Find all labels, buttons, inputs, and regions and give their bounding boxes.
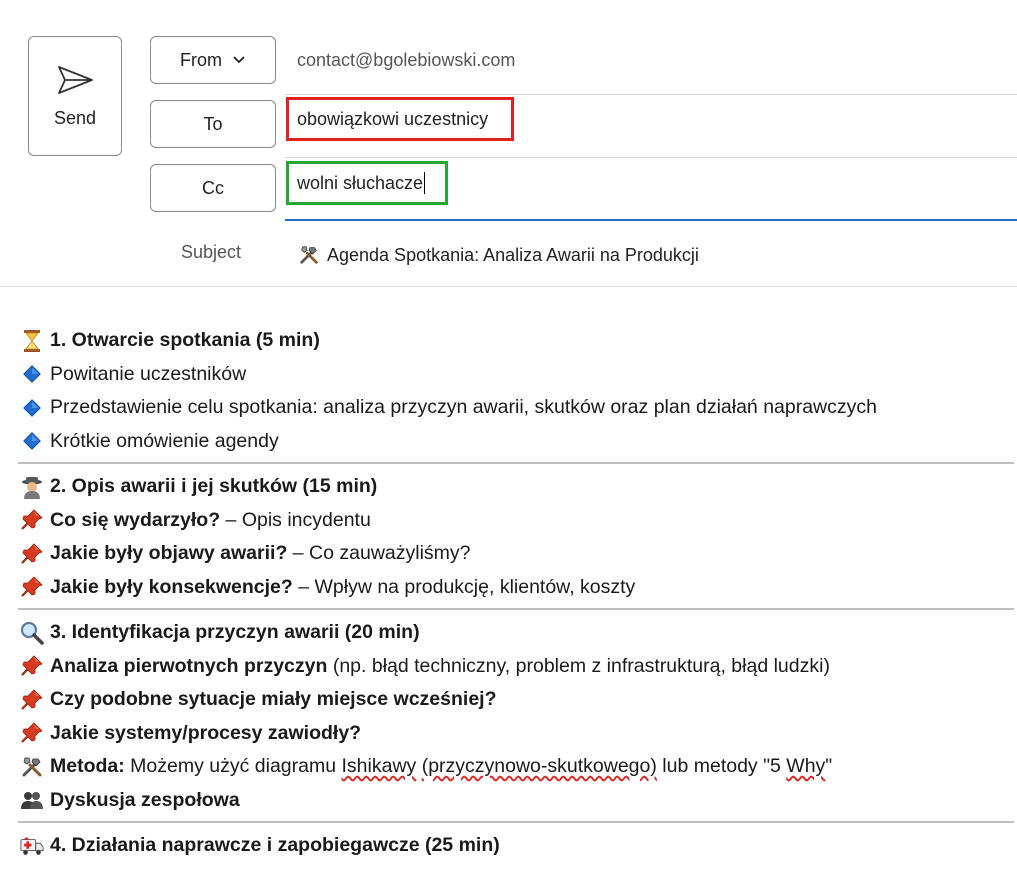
blue-diamond-icon: [20, 396, 44, 420]
detective-icon: [20, 475, 44, 499]
list-item: Analiza pierwotnych przyczyn (np. błąd t…: [20, 650, 1010, 684]
subject-label: Subject: [181, 242, 242, 262]
list-item-text: – Opis incydentu: [220, 508, 371, 531]
method-text: Możemy użyć diagramu: [124, 755, 342, 777]
pushpin-icon: [20, 508, 44, 532]
list-item-bold: Analiza pierwotnych przyczyn: [50, 654, 328, 677]
hourglass-icon: [20, 329, 44, 353]
ambulance-icon: [20, 834, 44, 858]
list-item: Krótkie omówienie agendy: [20, 425, 1010, 459]
list-item-text: Powitanie uczestników: [50, 362, 247, 385]
list-item: Jakie były objawy awarii? – Co zauważyli…: [20, 537, 1010, 571]
section-2-heading: 2. Opis awarii i jej skutków (15 min): [20, 470, 1010, 504]
spellcheck-word[interactable]: (przyczynowo-skutkowego): [422, 750, 657, 784]
method-text: lub metody "5: [656, 755, 787, 777]
cc-label: Cc: [202, 177, 224, 198]
list-item-method: Metoda: Możemy użyć diagramu Ishikawy (p…: [20, 750, 1010, 784]
list-item-bold: Jakie były konsekwencje?: [50, 575, 293, 598]
list-item: Jakie systemy/procesy zawiodły?: [20, 717, 1010, 751]
pushpin-icon: [20, 654, 44, 678]
list-item-text: – Co zauważyliśmy?: [287, 542, 471, 564]
cc-recipient-field[interactable]: wolni słuchacze: [286, 161, 448, 205]
section-4-title: 4. Działania naprawcze i zapobiegawcze (…: [50, 834, 500, 856]
text-caret: [424, 172, 426, 194]
cc-recipient-value: wolni słuchacze: [297, 172, 424, 193]
list-item: Czy podobne sytuacje miały miejsce wcześ…: [20, 683, 1010, 717]
chevron-down-icon: [232, 53, 246, 68]
list-item: Co się wydarzyło? – Opis incydentu: [20, 504, 1010, 538]
list-item-bold: Co się wydarzyło?: [50, 508, 221, 531]
pushpin-icon: [20, 721, 44, 745]
people-icon: [20, 788, 44, 812]
section-3-title: 3. Identyfikacja przyczyn awarii (20 min…: [50, 621, 420, 643]
section-divider: [18, 462, 1014, 464]
list-item: Dyskusja zespołowa: [20, 784, 1010, 818]
from-divider: [285, 94, 1017, 95]
blue-diamond-icon: [20, 362, 44, 386]
cc-button[interactable]: Cc: [150, 164, 276, 212]
subject-field[interactable]: Agenda Spotkania: Analiza Awarii na Prod…: [297, 243, 699, 267]
subject-text: Agenda Spotkania: Analiza Awarii na Prod…: [327, 244, 699, 265]
section-divider: [18, 608, 1014, 610]
hammer-wrench-icon: [297, 243, 321, 267]
spellcheck-word[interactable]: Why: [786, 750, 825, 784]
pushpin-icon: [20, 688, 44, 712]
send-icon: [58, 65, 93, 94]
list-item-text: Przedstawienie celu spotkania: analiza p…: [50, 396, 877, 418]
section-3-heading: 3. Identyfikacja przyczyn awarii (20 min…: [20, 616, 1010, 650]
to-recipient-value: obowiązkowi uczestnicy: [297, 108, 489, 129]
send-button[interactable]: Send: [28, 36, 122, 156]
list-item: Powitanie uczestników: [20, 358, 1010, 392]
pushpin-icon: [20, 575, 44, 599]
to-label: To: [203, 113, 223, 134]
section-2-title: 2. Opis awarii i jej skutków (15 min): [50, 475, 378, 497]
list-item-bold: Jakie były objawy awarii?: [50, 542, 288, 564]
section-1-heading: 1. Otwarcie spotkania (5 min): [20, 324, 1010, 358]
from-label: From: [180, 49, 222, 70]
header-body-divider: [0, 286, 1017, 287]
pushpin-icon: [20, 542, 44, 566]
to-recipient-field[interactable]: obowiązkowi uczestnicy: [286, 97, 514, 141]
list-item: Jakie były konsekwencje? – Wpływ na prod…: [20, 571, 1010, 605]
magnifier-icon: [20, 621, 44, 645]
method-text: ": [825, 755, 833, 777]
message-body[interactable]: 1. Otwarcie spotkania (5 min) Powitanie …: [18, 324, 1014, 863]
list-item-text: – Wpływ na produkcję, klientów, koszty: [292, 575, 636, 598]
to-divider: [285, 157, 1017, 158]
section-4-heading: 4. Działania naprawcze i zapobiegawcze (…: [20, 829, 1010, 863]
spellcheck-word[interactable]: Ishikawy: [342, 750, 417, 784]
to-button[interactable]: To: [150, 100, 276, 148]
from-button[interactable]: From: [150, 36, 276, 84]
from-address: contact@bgolebiowski.com: [297, 50, 516, 70]
list-item-bold: Dyskusja zespołowa: [50, 788, 240, 811]
list-item: Przedstawienie celu spotkania: analiza p…: [20, 391, 1010, 425]
list-item-bold: Jakie systemy/procesy zawiodły?: [50, 721, 362, 744]
cc-active-underline: [285, 219, 1017, 221]
method-label: Metoda:: [50, 755, 125, 777]
list-item-text: Krótkie omówienie agendy: [50, 429, 279, 452]
hammer-wrench-icon: [20, 755, 44, 779]
list-item-bold: Czy podobne sytuacje miały miejsce wcześ…: [50, 688, 497, 710]
section-1-title: 1. Otwarcie spotkania (5 min): [50, 329, 320, 351]
send-label: Send: [53, 107, 97, 128]
section-divider: [18, 821, 1014, 823]
blue-diamond-icon: [20, 429, 44, 453]
list-item-text: (np. błąd techniczny, problem z infrastr…: [327, 654, 830, 677]
